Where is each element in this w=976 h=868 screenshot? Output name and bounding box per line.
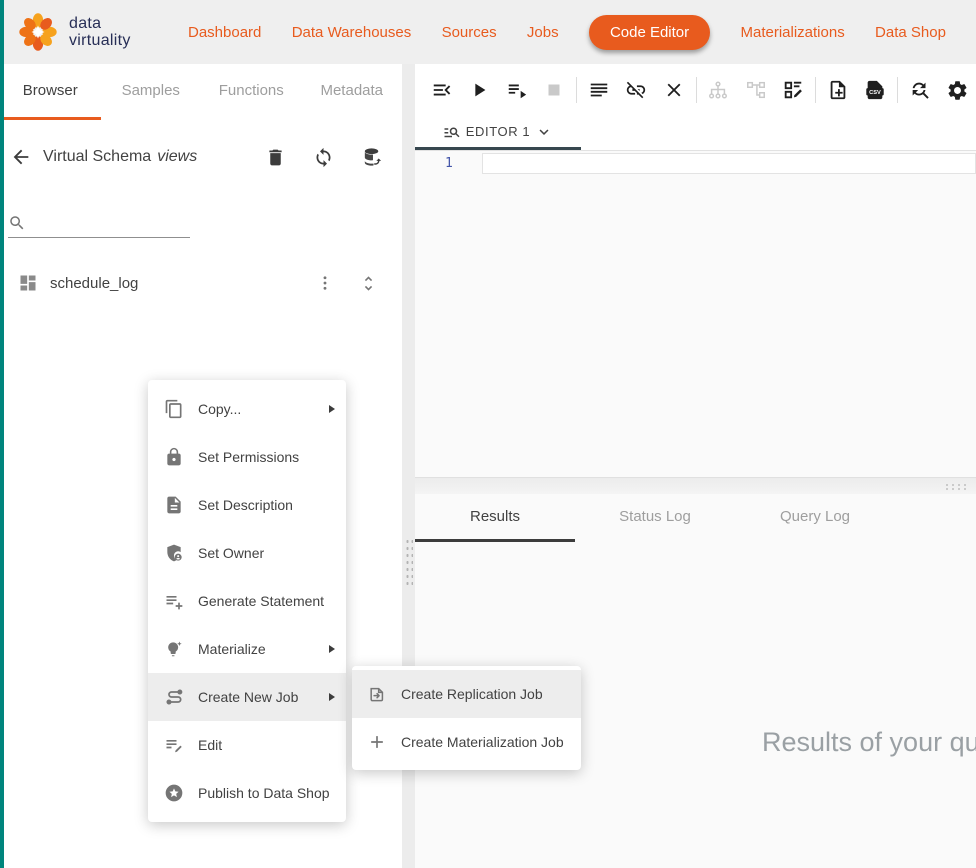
- create-job-submenu: Create Replication Job Create Materializ…: [352, 666, 581, 770]
- toolbar-separator: [815, 77, 816, 103]
- brand-logo[interactable]: data virtuality: [16, 10, 154, 54]
- trash-icon[interactable]: [265, 147, 286, 168]
- grid-icon: [18, 273, 38, 293]
- export-csv-icon[interactable]: CSV: [857, 70, 895, 110]
- copy-icon: [164, 399, 184, 419]
- sidebar-tabs: Browser Samples Functions Metadata: [0, 64, 402, 120]
- refresh-icon[interactable]: [313, 147, 334, 168]
- close-icon[interactable]: [655, 70, 693, 110]
- replication-icon: [367, 684, 387, 704]
- svg-text:CSV: CSV: [869, 90, 881, 96]
- route-icon: [164, 687, 184, 707]
- results-placeholder-text: Results of your querie: [762, 727, 976, 758]
- submenu-arrow-icon: [329, 405, 335, 413]
- main-area: Browser Samples Functions Metadata Virtu…: [0, 64, 976, 868]
- materialize-bulb-icon: [164, 639, 184, 659]
- format-align-icon[interactable]: [580, 70, 618, 110]
- logo-flower-icon: [16, 10, 60, 54]
- teal-accent-strip: [0, 0, 4, 868]
- new-file-icon[interactable]: [819, 70, 857, 110]
- dependency-tree-icon: [700, 70, 738, 110]
- menu-item-create-new-job[interactable]: Create New Job: [148, 673, 346, 721]
- tab-functions[interactable]: Functions: [201, 64, 302, 120]
- toolbar-separator: [576, 77, 577, 103]
- menu-open-icon[interactable]: [423, 70, 461, 110]
- app-window: data virtuality Dashboard Data Warehouse…: [0, 0, 976, 868]
- schema-title: Virtual Schema: [43, 148, 151, 166]
- nav-item-dashboard[interactable]: Dashboard: [188, 24, 261, 41]
- submenu-item-create-replication-job[interactable]: Create Replication Job: [352, 670, 581, 718]
- results-tabbar: Results Status Log Query Log: [415, 494, 976, 542]
- menu-item-set-permissions[interactable]: Set Permissions: [148, 433, 346, 481]
- menu-item-edit[interactable]: Edit: [148, 721, 346, 769]
- nav-links: Dashboard Data Warehouses Sources Jobs C…: [188, 15, 946, 50]
- menu-item-materialize[interactable]: Materialize: [148, 625, 346, 673]
- line-number: 1: [445, 156, 453, 171]
- menu-item-generate-statement[interactable]: Generate Statement: [148, 577, 346, 625]
- nav-item-code-editor[interactable]: Code Editor: [589, 15, 710, 50]
- tab-editor-1[interactable]: EDITOR 1: [415, 116, 581, 150]
- context-menu: Copy... Set Permissions Set Description: [148, 380, 346, 822]
- tree-item-schedule-log[interactable]: schedule_log: [0, 260, 402, 306]
- brand-name: data virtuality: [69, 15, 131, 50]
- tab-samples[interactable]: Samples: [101, 64, 202, 120]
- panel-splitter-horizontal[interactable]: [415, 477, 976, 494]
- nav-item-data-shop[interactable]: Data Shop: [875, 24, 946, 41]
- editor-active-line[interactable]: [482, 153, 976, 174]
- schema-subtitle: views: [157, 148, 197, 166]
- menu-item-set-owner[interactable]: Set Owner: [148, 529, 346, 577]
- editor-tabbar: EDITOR 1: [415, 116, 976, 151]
- toolbar-separator: [897, 77, 898, 103]
- tab-status-log[interactable]: Status Log: [575, 494, 735, 542]
- playlist-edit-icon: [164, 735, 184, 755]
- code-editor-area[interactable]: 1: [415, 151, 976, 477]
- tab-browser[interactable]: Browser: [0, 64, 101, 120]
- nav-item-materializations[interactable]: Materializations: [740, 24, 844, 41]
- tab-query-log[interactable]: Query Log: [735, 494, 895, 542]
- lock-icon: [164, 447, 184, 467]
- playlist-add-icon: [164, 591, 184, 611]
- run-play-icon[interactable]: [461, 70, 499, 110]
- data-lineage-icon: [737, 70, 775, 110]
- editor-tab-label: EDITOR 1: [466, 124, 531, 139]
- splitter-grip-icon[interactable]: [944, 483, 970, 490]
- nav-item-jobs[interactable]: Jobs: [527, 24, 559, 41]
- nav-item-sources[interactable]: Sources: [442, 24, 497, 41]
- kebab-menu-icon[interactable]: [316, 274, 334, 292]
- submenu-item-create-materialization-job[interactable]: Create Materialization Job: [352, 718, 581, 766]
- sidebar: Browser Samples Functions Metadata Virtu…: [0, 64, 402, 868]
- manage-search-icon: [443, 123, 461, 141]
- star-circle-icon: [164, 783, 184, 803]
- stop-icon: [536, 70, 574, 110]
- plan-edit-icon[interactable]: [775, 70, 813, 110]
- settings-gear-icon[interactable]: [939, 70, 976, 110]
- description-icon: [164, 495, 184, 515]
- submenu-arrow-icon: [329, 693, 335, 701]
- submenu-arrow-icon: [329, 645, 335, 653]
- search-input[interactable]: [30, 216, 190, 232]
- unfold-icon[interactable]: [359, 274, 378, 293]
- top-navigation: data virtuality Dashboard Data Warehouse…: [0, 0, 976, 64]
- editor-toolbar: CSV: [415, 64, 976, 116]
- find-replace-icon[interactable]: [901, 70, 939, 110]
- nav-item-data-warehouses[interactable]: Data Warehouses: [292, 24, 412, 41]
- splitter-grip-icon[interactable]: [405, 538, 413, 588]
- search-icon: [8, 214, 26, 232]
- sidebar-search: [8, 214, 190, 238]
- owner-shield-icon: [164, 543, 184, 563]
- link-off-icon[interactable]: [618, 70, 656, 110]
- tab-metadata[interactable]: Metadata: [302, 64, 403, 120]
- run-selection-icon[interactable]: [498, 70, 536, 110]
- schema-header: Virtual Schema views: [0, 134, 402, 180]
- menu-item-publish-to-data-shop[interactable]: Publish to Data Shop: [148, 769, 346, 817]
- menu-item-set-description[interactable]: Set Description: [148, 481, 346, 529]
- database-refresh-icon[interactable]: [361, 146, 384, 169]
- menu-item-copy[interactable]: Copy...: [148, 385, 346, 433]
- back-arrow-icon[interactable]: [10, 146, 32, 168]
- tab-results[interactable]: Results: [415, 494, 575, 542]
- tree-item-label: schedule_log: [50, 275, 138, 292]
- chevron-down-icon[interactable]: [535, 123, 553, 141]
- plus-icon: [367, 732, 387, 752]
- toolbar-separator: [696, 77, 697, 103]
